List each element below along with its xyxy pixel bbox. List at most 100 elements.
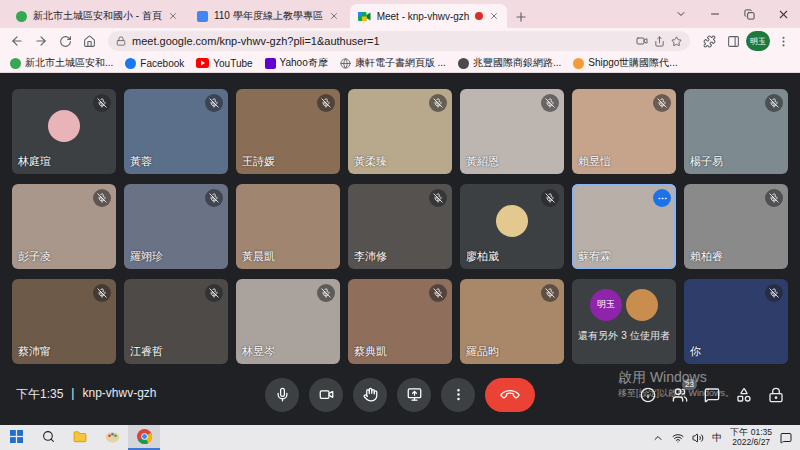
side-panel-button[interactable]: [722, 30, 744, 52]
mic-off-icon: [321, 288, 331, 298]
participant-tile[interactable]: 蔡沛甯: [12, 279, 116, 364]
bookmark[interactable]: 兆豐國際商銀網路...: [458, 56, 561, 70]
participant-tile[interactable]: 黃柔臻: [348, 89, 452, 174]
menu-button[interactable]: [772, 30, 794, 52]
leave-call-button[interactable]: [485, 378, 535, 412]
reload-icon: [59, 35, 72, 48]
sites-icon: [197, 11, 208, 22]
network-icon[interactable]: [672, 432, 684, 444]
participant-tile[interactable]: 江睿哲: [124, 279, 228, 364]
participant-tile[interactable]: 黃蓉: [124, 89, 228, 174]
profile-button[interactable]: 明玉: [746, 31, 770, 51]
participant-tile[interactable]: 蘇宥霖: [572, 184, 676, 269]
notifications-icon[interactable]: [780, 432, 792, 444]
address-bar[interactable]: meet.google.com/knp-vhwv-gzh?pli=1&authu…: [108, 31, 690, 51]
tab-strip: 新北市土城區安和國小 - 首頁110 學年度線上教學專區 Meet - knp-v…: [0, 0, 800, 28]
participant-tile[interactable]: 你: [684, 279, 788, 364]
participant-tile[interactable]: 羅翊珍: [124, 184, 228, 269]
reload-button[interactable]: [54, 30, 76, 52]
chat-icon[interactable]: [704, 387, 720, 403]
raise-hand-button[interactable]: [353, 378, 387, 412]
camera-button[interactable]: [309, 378, 343, 412]
ime-indicator[interactable]: 中: [712, 431, 722, 445]
tab-search-button[interactable]: [664, 0, 698, 28]
search-button[interactable]: [32, 425, 64, 450]
close-tab-icon[interactable]: [168, 11, 178, 21]
tab-title: Meet - knp-vhwv-gzh: [377, 11, 470, 22]
close-tab-icon[interactable]: [489, 11, 499, 21]
bookmark[interactable]: 康軒電子書網頁版 ...: [340, 56, 446, 70]
camera-icon[interactable]: [636, 35, 648, 47]
bookmark[interactable]: Facebook: [125, 58, 184, 69]
back-button[interactable]: [6, 30, 28, 52]
minimize-button[interactable]: [698, 0, 732, 28]
participant-name: 蔡典凱: [354, 345, 387, 359]
participant-tile[interactable]: 楊子易: [684, 89, 788, 174]
participant-tile[interactable]: 王詩媛: [236, 89, 340, 174]
participant-tile[interactable]: 李沛修: [348, 184, 452, 269]
bookmark[interactable]: 新北市土城區安和...: [10, 56, 113, 70]
bookmark[interactable]: Yahoo奇摩: [265, 56, 328, 70]
restore-button[interactable]: [732, 0, 766, 28]
muted-badge: [93, 189, 111, 207]
clock[interactable]: 下午 01:352022/6/27: [730, 428, 772, 448]
muted-badge: [765, 94, 783, 112]
participant-name: 黃晨凱: [242, 250, 275, 264]
home-button[interactable]: [78, 30, 100, 52]
start-button[interactable]: [0, 425, 32, 450]
screen: 新北市土城區安和國小 - 首頁110 學年度線上教學專區 Meet - knp-v…: [0, 0, 800, 450]
participant-tile[interactable]: 廖柏崴: [460, 184, 564, 269]
close-tab-icon[interactable]: [329, 11, 339, 21]
participant-tile[interactable]: 賴昱愷: [572, 89, 676, 174]
more-icon: [451, 387, 466, 402]
forward-button[interactable]: [30, 30, 52, 52]
people-button[interactable]: 23: [672, 387, 688, 403]
chevron-up-icon[interactable]: [652, 432, 664, 444]
file-explorer-button[interactable]: [64, 425, 96, 450]
participant-tile[interactable]: 林昱岑: [236, 279, 340, 364]
close-button[interactable]: [766, 0, 800, 28]
mic-off-icon: [545, 193, 555, 203]
mic-button[interactable]: [265, 378, 299, 412]
menu-icon: [777, 35, 790, 48]
more-options-button[interactable]: [441, 378, 475, 412]
participant-tile[interactable]: 林庭瑄: [12, 89, 116, 174]
volume-icon[interactable]: [692, 432, 704, 444]
participant-tile[interactable]: 賴柏睿: [684, 184, 788, 269]
browser-tab[interactable]: 新北市土城區安和國小 - 首頁: [8, 4, 186, 28]
bookmark[interactable]: YouTube: [196, 58, 252, 69]
mic-off-icon: [97, 193, 107, 203]
participant-tile[interactable]: 黃紹恩: [460, 89, 564, 174]
browser-tab[interactable]: Meet - knp-vhwv-gzh: [350, 4, 508, 28]
chrome-button[interactable]: [128, 425, 160, 450]
browser-tab[interactable]: 110 學年度線上教學專區: [189, 4, 347, 28]
extensions-button[interactable]: [698, 30, 720, 52]
meet-icon: [358, 11, 371, 22]
participant-name: 黃紹恩: [466, 155, 499, 169]
participant-avatar: 明玉: [590, 289, 622, 321]
participant-name: 廖柏崴: [466, 250, 499, 264]
present-button[interactable]: [397, 378, 431, 412]
activities-icon[interactable]: [736, 387, 752, 403]
participant-tile[interactable]: 黃晨凱: [236, 184, 340, 269]
bookmark[interactable]: Shipgo世購國際代...: [573, 56, 677, 70]
participant-tile[interactable]: 羅品昀: [460, 279, 564, 364]
star-icon[interactable]: [671, 36, 682, 47]
host-controls-icon[interactable]: [768, 387, 784, 403]
participant-more-button[interactable]: [653, 189, 671, 207]
share-icon[interactable]: [654, 36, 665, 47]
mic-off-icon: [657, 98, 667, 108]
participant-name: 羅翊珍: [130, 250, 163, 264]
muted-badge: [429, 284, 447, 302]
paint-button[interactable]: [96, 425, 128, 450]
shipgo-icon: [573, 58, 584, 69]
participant-name: 蔡沛甯: [18, 345, 51, 359]
info-icon[interactable]: [640, 387, 656, 403]
participant-tile[interactable]: 彭子凌: [12, 184, 116, 269]
participant-tile[interactable]: 蔡典凱: [348, 279, 452, 364]
chrome-icon: [137, 429, 152, 444]
others-tile[interactable]: 明玉還有另外 3 位使用者: [572, 279, 676, 364]
mic-off-icon: [433, 98, 443, 108]
more-icon: [657, 193, 668, 204]
new-tab-button[interactable]: [510, 6, 532, 28]
